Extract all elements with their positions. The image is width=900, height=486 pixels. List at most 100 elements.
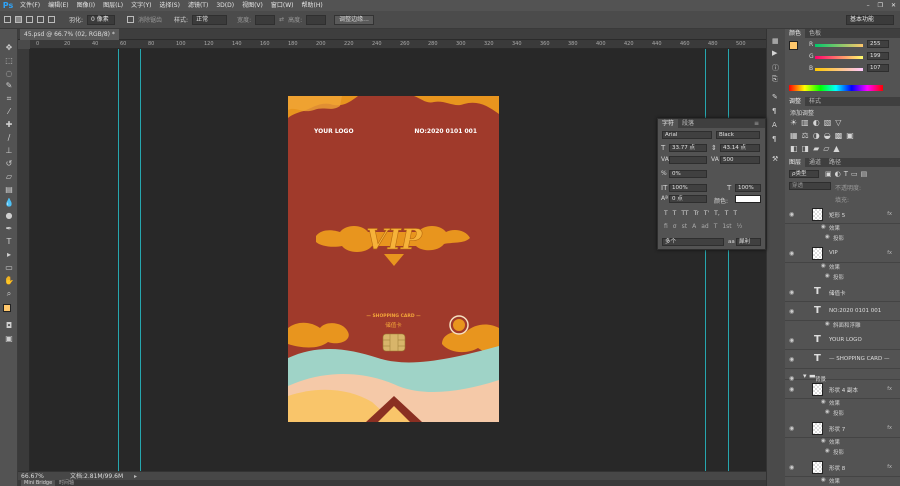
subtract-selection-icon[interactable] [37, 16, 44, 23]
menu-window[interactable]: 窗口(W) [267, 0, 298, 11]
marquee-tool-icon[interactable]: ⬚ [4, 56, 14, 65]
document-tab[interactable]: 45.psd @ 66.7% (02, RGB/8) * [20, 29, 119, 40]
adjustment-icons-row1[interactable]: ☀▥◐▧▽ [790, 118, 845, 127]
menu-help[interactable]: 帮助(H) [298, 0, 327, 11]
layer-fx-icon[interactable]: fx [887, 386, 892, 392]
ligature-button[interactable]: fi [664, 223, 668, 230]
layer-row[interactable]: ◉ 形状 8 fx [785, 458, 900, 477]
layer-effect-item[interactable]: 效果 [829, 477, 840, 485]
layer-visibility-icon[interactable]: ◉ [789, 386, 794, 393]
layer-row[interactable]: ◉ ▾ ▬ 背景 [785, 369, 900, 383]
effect-visibility-icon[interactable]: ◉ [821, 399, 826, 405]
underline-button[interactable]: T [725, 210, 729, 217]
vertical-scale-input[interactable]: 100% [669, 184, 707, 192]
folder-icon[interactable]: ▾ ▬ [803, 372, 816, 380]
layer-row[interactable]: ◉ 形状 7 fx [785, 419, 900, 438]
color-foreground-swatch[interactable] [789, 41, 798, 50]
marquee-tool-preset-icon[interactable] [4, 16, 11, 23]
guide-line[interactable] [140, 49, 141, 471]
restore-icon[interactable]: ❐ [874, 0, 887, 11]
tab-paths[interactable]: 路径 [825, 158, 845, 167]
b-value[interactable]: 107 [867, 64, 889, 72]
all-caps-button[interactable]: TT [681, 210, 688, 217]
tab-timeline[interactable]: 时间轴 [56, 480, 77, 486]
tab-adjustments[interactable]: 调整 [785, 97, 806, 106]
layer-row[interactable]: ◉ 矩形 5 fx [785, 205, 900, 224]
font-size-input[interactable]: 33.77 点 [669, 144, 707, 152]
quick-select-tool-icon[interactable]: ✎ [4, 81, 14, 90]
layer-visibility-icon[interactable]: ◉ [789, 211, 794, 218]
lasso-tool-icon[interactable]: ◌ [4, 69, 14, 78]
horizontal-scale-input[interactable]: 100% [735, 184, 761, 192]
character-icon[interactable]: A [772, 121, 777, 129]
history-icon[interactable]: ▦ [772, 37, 779, 45]
move-tool-icon[interactable]: ✥ [4, 43, 14, 52]
layer-row[interactable]: ◉ T YOUR LOGO [785, 331, 900, 350]
subscript-button[interactable]: T, [714, 210, 720, 217]
proportional-spacing-input[interactable]: 0% [669, 170, 707, 178]
foreground-color-swatch[interactable] [3, 304, 11, 312]
screen-mode-icon[interactable]: ▣ [4, 334, 14, 343]
menu-filter[interactable]: 滤镜(T) [184, 0, 212, 11]
tab-paragraph[interactable]: 段落 [678, 119, 698, 128]
small-caps-button[interactable]: Tr [694, 210, 699, 217]
language-select[interactable]: 多个 [662, 238, 724, 246]
blend-mode-select[interactable]: 穿透 [789, 182, 831, 190]
superscript-button[interactable]: T' [704, 210, 709, 217]
tab-styles[interactable]: 样式 [805, 97, 825, 106]
layer-kind-filter[interactable]: ρ类型 [789, 170, 819, 178]
faux-italic-button[interactable]: T [673, 210, 677, 217]
feather-input[interactable]: 0 像素 [87, 14, 116, 25]
eraser-tool-icon[interactable]: ▱ [4, 172, 14, 181]
paragraph-styles-icon[interactable]: ¶ [772, 107, 776, 115]
stylistic-button[interactable]: ad [701, 223, 709, 230]
width-input[interactable] [255, 14, 276, 25]
tab-mini-bridge[interactable]: Mini Bridge [21, 480, 56, 486]
strikethrough-button[interactable]: T [733, 210, 737, 217]
alternate-button[interactable]: σ [673, 223, 677, 230]
antialias-select[interactable]: 犀利 [736, 238, 761, 246]
dodge-tool-icon[interactable]: ● [4, 211, 14, 220]
path-select-tool-icon[interactable]: ▸ [4, 250, 14, 259]
effect-visibility-icon[interactable]: ◉ [825, 273, 830, 279]
panel-menu-icon[interactable]: ≡ [750, 119, 763, 128]
leading-input[interactable]: 43.14 点 [720, 144, 760, 152]
clone-source-icon[interactable]: ⎘ [772, 75, 778, 84]
menu-type[interactable]: 文字(Y) [127, 0, 155, 11]
tab-swatches[interactable]: 色板 [805, 29, 825, 38]
g-value[interactable]: 199 [867, 52, 889, 60]
layer-visibility-icon[interactable]: ◉ [789, 356, 794, 363]
brush-presets-icon[interactable]: ✎ [772, 93, 778, 101]
layer-row[interactable]: ◉ T NO:2020 0101 001 [785, 302, 900, 321]
effect-visibility-icon[interactable]: ◉ [825, 321, 830, 327]
crop-tool-icon[interactable]: ⌗ [4, 94, 14, 103]
titling-button[interactable]: T [714, 223, 718, 230]
layer-fx-icon[interactable]: fx [887, 250, 892, 256]
layer-effect-item[interactable]: 斜面和浮雕 [825, 321, 861, 329]
menu-file[interactable]: 文件(F) [16, 0, 44, 11]
guide-line[interactable] [118, 49, 119, 471]
brush-tool-icon[interactable]: ∕ [4, 133, 14, 142]
intersect-selection-icon[interactable] [48, 16, 55, 23]
menu-edit[interactable]: 编辑(E) [44, 0, 72, 11]
color-ramp[interactable] [789, 85, 883, 91]
adjustment-icons-row3[interactable]: ◧◨▰▱▲ [790, 144, 844, 153]
r-value[interactable]: 255 [867, 40, 889, 48]
ordinal-button[interactable]: 1st [722, 223, 731, 230]
layer-fx-icon[interactable]: fx [887, 464, 892, 470]
guide-line[interactable] [705, 49, 706, 471]
pen-tool-icon[interactable]: ✒ [4, 224, 14, 233]
effect-visibility-icon[interactable]: ◉ [825, 234, 830, 240]
workspace-select[interactable]: 基本功能 [846, 14, 894, 25]
effect-visibility-icon[interactable]: ◉ [821, 477, 826, 483]
fraction-button[interactable]: ½ [737, 223, 743, 230]
healing-tool-icon[interactable]: ✚ [4, 120, 14, 129]
new-selection-icon[interactable] [15, 16, 22, 23]
add-selection-icon[interactable] [26, 16, 33, 23]
blur-tool-icon[interactable]: 💧 [4, 198, 14, 207]
effect-visibility-icon[interactable]: ◉ [821, 263, 826, 269]
layer-visibility-icon[interactable]: ◉ [789, 289, 794, 296]
close-icon[interactable]: ✕ [887, 0, 900, 11]
tracking-input[interactable]: 500 [720, 156, 760, 164]
tab-channels[interactable]: 通道 [805, 158, 825, 167]
